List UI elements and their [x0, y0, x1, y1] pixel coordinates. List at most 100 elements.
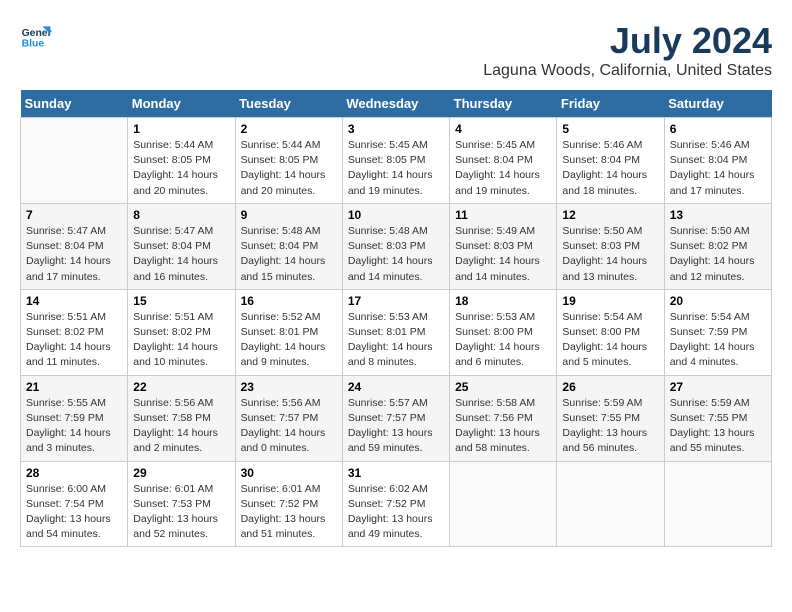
- calendar-cell: 28Sunrise: 6:00 AM Sunset: 7:54 PM Dayli…: [21, 461, 128, 547]
- calendar-week-row: 14 Sunrise: 5:51 AM Sunset: 8:02 PM Dayli…: [21, 289, 772, 375]
- day-number: 5: [562, 122, 658, 136]
- day-info: Sunrise: 5:48 AM Sunset: 8:03 PM Dayligh…: [348, 224, 444, 285]
- day-info: Sunrise: 5:58 AM Sunset: 7:56 PM Dayligh…: [455, 396, 551, 457]
- day-info: Sunrise: 5:46 AM Sunset: 8:04 PM Dayligh…: [562, 138, 658, 199]
- day-info: Sunrise: 6:02 AM Sunset: 7:52 PM Dayligh…: [348, 482, 444, 543]
- day-number: 23: [241, 380, 337, 394]
- day-number: 12: [562, 208, 658, 222]
- day-number: 10: [348, 208, 444, 222]
- day-number: 19: [562, 294, 658, 308]
- calendar-cell: 19Sunrise: 5:54 AM Sunset: 8:00 PM Dayli…: [557, 289, 664, 375]
- day-number: 1: [133, 122, 229, 136]
- day-number: 16: [241, 294, 337, 308]
- day-info: Sunrise: 5:52 AM Sunset: 8:01 PM Dayligh…: [241, 310, 337, 371]
- day-number: 13: [670, 208, 766, 222]
- day-header-friday: Friday: [557, 90, 664, 118]
- day-header-tuesday: Tuesday: [235, 90, 342, 118]
- day-number: 26: [562, 380, 658, 394]
- day-number: 3: [348, 122, 444, 136]
- day-number: 18: [455, 294, 551, 308]
- day-header-monday: Monday: [128, 90, 235, 118]
- calendar-cell: 29 Sunrise: 6:01 AM Sunset: 7:53 PM Dayli…: [128, 461, 235, 547]
- day-number: 21: [26, 380, 122, 394]
- calendar-cell: 25 Sunrise: 5:58 AM Sunset: 7:56 PM Dayli…: [450, 375, 557, 461]
- calendar-cell: 24 Sunrise: 5:57 AM Sunset: 7:57 PM Dayli…: [342, 375, 449, 461]
- calendar-week-row: 7 Sunrise: 5:47 AM Sunset: 8:04 PM Daylig…: [21, 203, 772, 289]
- page-title: July 2024: [483, 20, 772, 62]
- calendar-cell: 14Sunrise: 5:51 AM Sunset: 8:02 PM Dayli…: [21, 289, 128, 375]
- day-number: 7: [26, 208, 122, 222]
- calendar-cell: 16 Sunrise: 5:52 AM Sunset: 8:01 PM Dayli…: [235, 289, 342, 375]
- calendar-cell: 27 Sunrise: 5:59 AM Sunset: 7:55 PM Dayli…: [664, 375, 771, 461]
- day-number: 9: [241, 208, 337, 222]
- day-number: 28: [26, 466, 122, 480]
- calendar-cell: 10 Sunrise: 5:48 AM Sunset: 8:03 PM Dayli…: [342, 203, 449, 289]
- calendar-cell: 13 Sunrise: 5:50 AM Sunset: 8:02 PM Dayli…: [664, 203, 771, 289]
- day-info: Sunrise: 5:48 AM Sunset: 8:04 PM Dayligh…: [241, 224, 337, 285]
- day-number: 25: [455, 380, 551, 394]
- day-number: 17: [348, 294, 444, 308]
- calendar-cell: 8 Sunrise: 5:47 AM Sunset: 8:04 PM Daylig…: [128, 203, 235, 289]
- day-info: Sunrise: 5:54 AM Sunset: 7:59 PM Dayligh…: [670, 310, 766, 371]
- day-number: 11: [455, 208, 551, 222]
- calendar-cell: 4 Sunrise: 5:45 AM Sunset: 8:04 PM Daylig…: [450, 118, 557, 204]
- day-info: Sunrise: 5:50 AM Sunset: 8:03 PM Dayligh…: [562, 224, 658, 285]
- calendar-week-row: 1 Sunrise: 5:44 AM Sunset: 8:05 PM Daylig…: [21, 118, 772, 204]
- day-info: Sunrise: 5:44 AM Sunset: 8:05 PM Dayligh…: [133, 138, 229, 199]
- calendar-week-row: 28Sunrise: 6:00 AM Sunset: 7:54 PM Dayli…: [21, 461, 772, 547]
- day-number: 15: [133, 294, 229, 308]
- day-number: 24: [348, 380, 444, 394]
- calendar-cell: 7 Sunrise: 5:47 AM Sunset: 8:04 PM Daylig…: [21, 203, 128, 289]
- calendar-header-row: SundayMondayTuesdayWednesdayThursdayFrid…: [21, 90, 772, 118]
- calendar-cell: [664, 461, 771, 547]
- day-info: Sunrise: 5:51 AM Sunset: 8:02 PM Dayligh…: [133, 310, 229, 371]
- day-info: Sunrise: 5:59 AM Sunset: 7:55 PM Dayligh…: [670, 396, 766, 457]
- calendar-cell: 20Sunrise: 5:54 AM Sunset: 7:59 PM Dayli…: [664, 289, 771, 375]
- day-info: Sunrise: 5:56 AM Sunset: 7:57 PM Dayligh…: [241, 396, 337, 457]
- day-header-saturday: Saturday: [664, 90, 771, 118]
- day-number: 2: [241, 122, 337, 136]
- day-info: Sunrise: 5:46 AM Sunset: 8:04 PM Dayligh…: [670, 138, 766, 199]
- day-info: Sunrise: 6:01 AM Sunset: 7:53 PM Dayligh…: [133, 482, 229, 543]
- calendar-cell: [450, 461, 557, 547]
- day-number: 30: [241, 466, 337, 480]
- day-info: Sunrise: 5:50 AM Sunset: 8:02 PM Dayligh…: [670, 224, 766, 285]
- day-info: Sunrise: 5:45 AM Sunset: 8:04 PM Dayligh…: [455, 138, 551, 199]
- calendar-cell: 15 Sunrise: 5:51 AM Sunset: 8:02 PM Dayli…: [128, 289, 235, 375]
- calendar-cell: 5 Sunrise: 5:46 AM Sunset: 8:04 PM Daylig…: [557, 118, 664, 204]
- page-header: General Blue July 2024 Laguna Woods, Cal…: [20, 20, 772, 80]
- day-number: 14: [26, 294, 122, 308]
- calendar-cell: 9 Sunrise: 5:48 AM Sunset: 8:04 PM Daylig…: [235, 203, 342, 289]
- day-info: Sunrise: 5:45 AM Sunset: 8:05 PM Dayligh…: [348, 138, 444, 199]
- day-number: 31: [348, 466, 444, 480]
- calendar-cell: 17 Sunrise: 5:53 AM Sunset: 8:01 PM Dayli…: [342, 289, 449, 375]
- day-number: 6: [670, 122, 766, 136]
- day-info: Sunrise: 5:47 AM Sunset: 8:04 PM Dayligh…: [26, 224, 122, 285]
- calendar-cell: 22 Sunrise: 5:56 AM Sunset: 7:58 PM Dayli…: [128, 375, 235, 461]
- calendar-cell: [21, 118, 128, 204]
- day-info: Sunrise: 6:01 AM Sunset: 7:52 PM Dayligh…: [241, 482, 337, 543]
- day-info: Sunrise: 5:53 AM Sunset: 8:00 PM Dayligh…: [455, 310, 551, 371]
- day-info: Sunrise: 5:56 AM Sunset: 7:58 PM Dayligh…: [133, 396, 229, 457]
- day-number: 4: [455, 122, 551, 136]
- calendar-cell: 23 Sunrise: 5:56 AM Sunset: 7:57 PM Dayli…: [235, 375, 342, 461]
- calendar-cell: 31 Sunrise: 6:02 AM Sunset: 7:52 PM Dayli…: [342, 461, 449, 547]
- calendar-cell: [557, 461, 664, 547]
- svg-text:Blue: Blue: [22, 38, 45, 49]
- day-info: Sunrise: 5:47 AM Sunset: 8:04 PM Dayligh…: [133, 224, 229, 285]
- day-info: Sunrise: 5:59 AM Sunset: 7:55 PM Dayligh…: [562, 396, 658, 457]
- day-number: 8: [133, 208, 229, 222]
- calendar-cell: 2 Sunrise: 5:44 AM Sunset: 8:05 PM Daylig…: [235, 118, 342, 204]
- day-number: 27: [670, 380, 766, 394]
- day-header-sunday: Sunday: [21, 90, 128, 118]
- calendar-cell: 11Sunrise: 5:49 AM Sunset: 8:03 PM Dayli…: [450, 203, 557, 289]
- calendar-cell: 3 Sunrise: 5:45 AM Sunset: 8:05 PM Daylig…: [342, 118, 449, 204]
- day-info: Sunrise: 5:53 AM Sunset: 8:01 PM Dayligh…: [348, 310, 444, 371]
- calendar-cell: 26 Sunrise: 5:59 AM Sunset: 7:55 PM Dayli…: [557, 375, 664, 461]
- logo-icon: General Blue: [20, 20, 52, 52]
- day-info: Sunrise: 5:57 AM Sunset: 7:57 PM Dayligh…: [348, 396, 444, 457]
- title-area: July 2024 Laguna Woods, California, Unit…: [483, 20, 772, 80]
- day-info: Sunrise: 5:44 AM Sunset: 8:05 PM Dayligh…: [241, 138, 337, 199]
- day-number: 22: [133, 380, 229, 394]
- day-number: 29: [133, 466, 229, 480]
